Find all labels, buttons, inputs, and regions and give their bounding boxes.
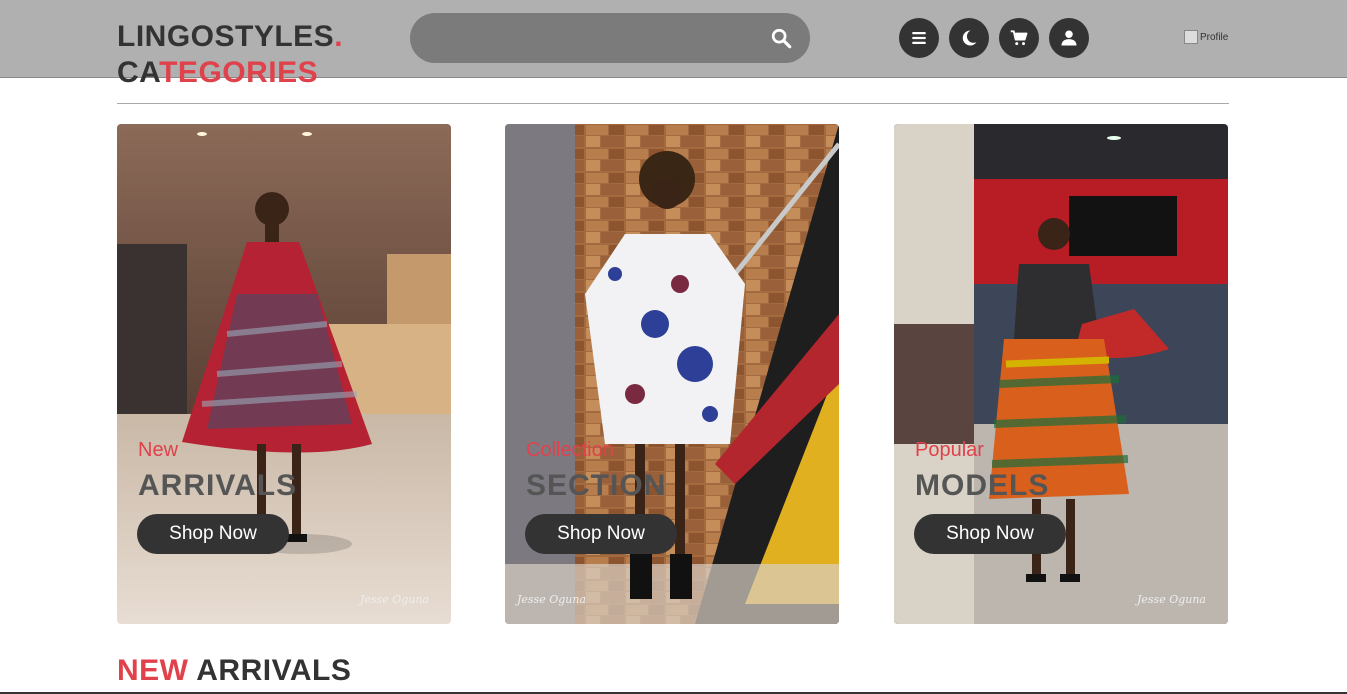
search-icon[interactable] (770, 27, 792, 49)
shop-now-button[interactable]: Shop Now (137, 514, 289, 554)
category-card-new-arrivals[interactable]: New ARRIVALS Shop Now Jesse Oguna (117, 124, 451, 624)
card-subtitle: New (138, 439, 179, 461)
category-card-collection[interactable]: Collection SECTION Shop Now Jesse Oguna (505, 124, 839, 624)
photographer-signature: Jesse Oguna (359, 593, 429, 606)
categories-heading: CATEGORIES (117, 56, 318, 90)
cart-button[interactable] (999, 18, 1039, 58)
photographer-signature: Jesse Oguna (1136, 593, 1206, 606)
account-button[interactable] (1049, 18, 1089, 58)
shop-now-button[interactable]: Shop Now (525, 514, 677, 554)
category-card-popular[interactable]: Popular MODELS Shop Now Jesse Oguna (894, 124, 1228, 624)
categories-heading-part1: CA (117, 56, 160, 89)
card-title: SECTION (526, 469, 667, 502)
card-subtitle: Popular (915, 439, 984, 461)
new-arrivals-heading-part1: NEW (117, 654, 189, 687)
section-divider (117, 103, 1229, 104)
photographer-signature: Jesse Oguna (517, 593, 587, 606)
card-title: MODELS (915, 469, 1050, 502)
shop-now-button[interactable]: Shop Now (914, 514, 1066, 554)
menu-icon (912, 32, 926, 44)
header-icon-group (899, 18, 1089, 58)
logo-dot: . (334, 20, 344, 53)
dark-mode-button[interactable] (949, 18, 989, 58)
broken-image-icon (1184, 30, 1198, 44)
card-title: ARRIVALS (138, 469, 298, 502)
logo-text: LINGOSTYLES (117, 20, 335, 53)
moon-icon (962, 30, 977, 46)
profile-image[interactable]: Profile (1184, 30, 1228, 44)
new-arrivals-heading: NEW ARRIVALS (117, 654, 351, 688)
cart-icon (1010, 30, 1028, 46)
card-subtitle: Collection (526, 439, 614, 461)
categories-heading-part2: TEGORIES (159, 56, 319, 89)
profile-alt-text: Profile (1200, 31, 1229, 43)
menu-button[interactable] (899, 18, 939, 58)
site-logo[interactable]: LINGOSTYLES. (117, 20, 343, 54)
new-arrivals-heading-part2: ARRIVALS (196, 654, 352, 687)
search-bar (410, 13, 810, 63)
search-input[interactable] (430, 13, 760, 63)
user-icon (1061, 30, 1077, 46)
